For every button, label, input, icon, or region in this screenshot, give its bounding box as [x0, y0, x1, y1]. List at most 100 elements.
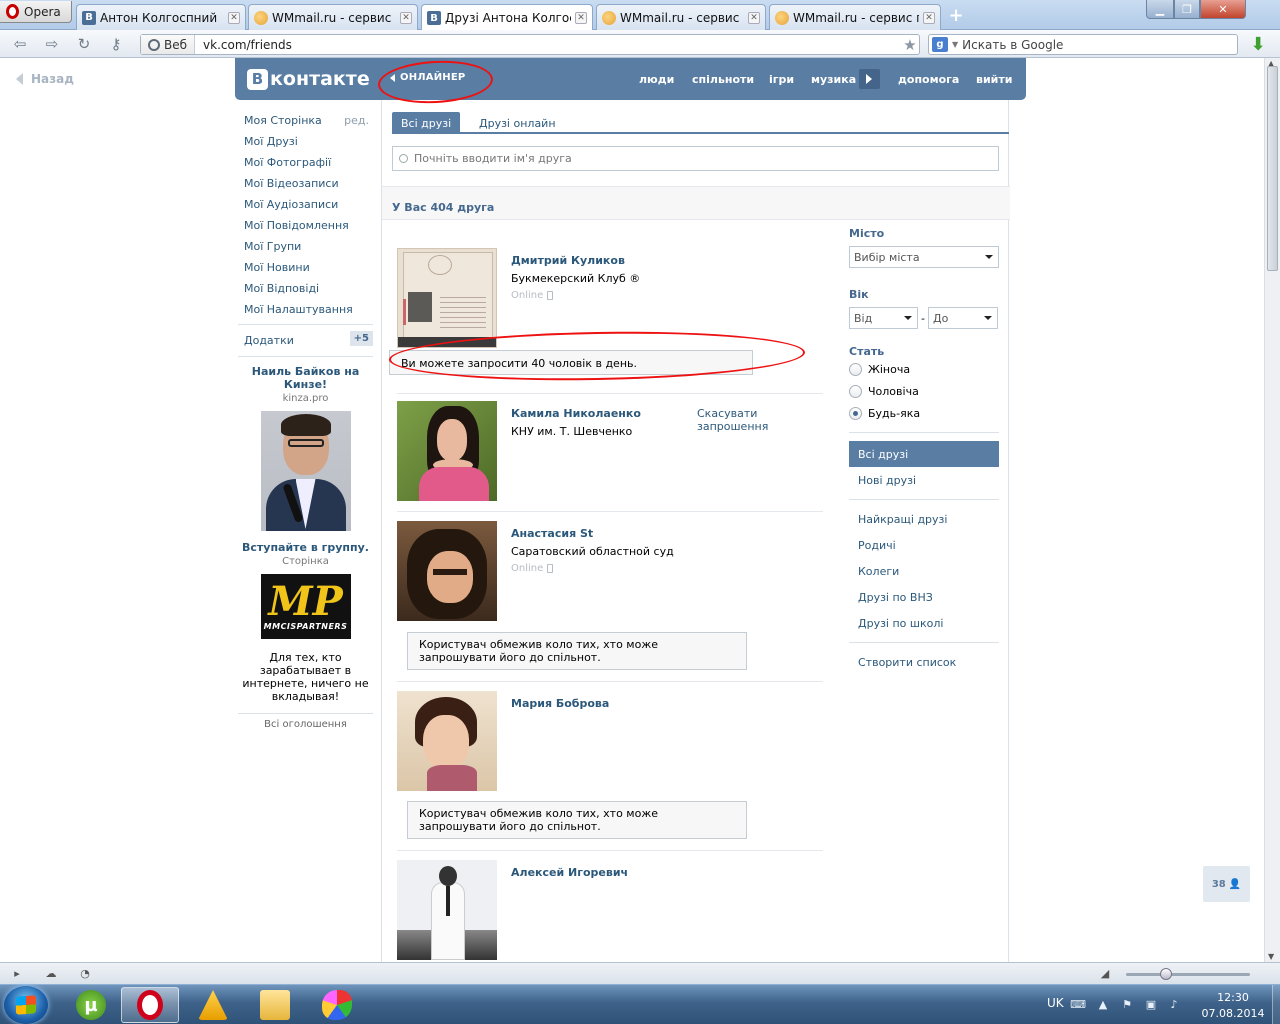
- sex-radio-any[interactable]: Будь-яка: [849, 402, 999, 424]
- friend-name[interactable]: Камила Николаенко: [511, 407, 641, 420]
- forward-arrow-icon[interactable]: ⇨: [42, 35, 62, 53]
- taskbar-aimp[interactable]: [184, 987, 242, 1023]
- music-play-icon[interactable]: [859, 69, 880, 89]
- radio-button[interactable]: [849, 384, 862, 398]
- vertical-scrollbar[interactable]: ▲ ▼: [1264, 58, 1280, 962]
- ad-image[interactable]: [260, 411, 351, 531]
- friend-name[interactable]: Анастасия St: [511, 527, 593, 540]
- keyboard-icon[interactable]: ⌨: [1070, 997, 1086, 1011]
- tab-online-friends[interactable]: Друзі онлайн: [470, 112, 565, 134]
- nav-logout[interactable]: вийти: [976, 73, 1012, 86]
- minimize-window-icon[interactable]: ▁: [1146, 0, 1174, 19]
- browser-tab[interactable]: WMmail.ru - сервис п... ✕: [769, 4, 941, 30]
- turbo-icon[interactable]: ◔: [78, 967, 92, 980]
- cancel-invite-link[interactable]: Скасувати запрошення: [697, 407, 823, 433]
- bookmark-star-icon[interactable]: ★: [901, 36, 919, 54]
- radio-button[interactable]: [849, 362, 862, 376]
- friend-name[interactable]: Алексей Игоревич: [511, 866, 628, 879]
- sex-radio-male[interactable]: Чоловіча: [849, 380, 999, 402]
- list-relatives[interactable]: Родичі: [849, 532, 999, 558]
- url-text[interactable]: vk.com/friends: [195, 38, 901, 52]
- menu-my-settings[interactable]: Мої Налаштування: [238, 299, 373, 320]
- city-select[interactable]: Вибір міста: [849, 246, 999, 268]
- list-university-friends[interactable]: Друзі по ВНЗ: [849, 584, 999, 610]
- menu-my-audio[interactable]: Мої Аудіозаписи: [238, 194, 373, 215]
- new-tab-icon[interactable]: +: [946, 5, 966, 26]
- back-arrow-icon[interactable]: ⇦: [10, 35, 30, 53]
- google-icon[interactable]: g: [932, 37, 948, 52]
- create-list-link[interactable]: Створити список: [849, 649, 999, 675]
- taskbar-explorer[interactable]: [246, 987, 304, 1023]
- list-new-friends[interactable]: Нові друзі: [849, 467, 999, 493]
- panel-toggle-icon[interactable]: ▸: [10, 967, 24, 980]
- nav-games[interactable]: ігри: [769, 73, 794, 86]
- start-button[interactable]: [4, 986, 48, 1024]
- nav-help[interactable]: допомога: [898, 73, 959, 86]
- address-bar[interactable]: Веб vk.com/friends ★: [140, 34, 920, 55]
- zoom-slider[interactable]: [1126, 973, 1250, 976]
- age-to-select[interactable]: До: [927, 307, 998, 329]
- friend-name[interactable]: Дмитрий Куликов: [511, 254, 625, 267]
- edit-link[interactable]: ред.: [344, 114, 369, 127]
- clock[interactable]: 12:30 07.08.2014: [1200, 990, 1266, 1022]
- menu-my-answers[interactable]: Мої Відповіді: [238, 278, 373, 299]
- browser-tab[interactable]: WMmail.ru - сервис п... ✕: [596, 4, 766, 30]
- menu-my-friends[interactable]: Мої Друзі: [238, 131, 373, 152]
- browser-tab[interactable]: WMmail.ru - сервис п... ✕: [248, 4, 418, 30]
- reload-icon[interactable]: ↻: [74, 35, 94, 53]
- nav-communities[interactable]: спільноти: [692, 73, 754, 86]
- friend-photo[interactable]: [397, 401, 497, 501]
- close-window-icon[interactable]: ✕: [1200, 0, 1246, 19]
- volume-icon[interactable]: ♪: [1167, 997, 1181, 1011]
- age-from-select[interactable]: Від: [849, 307, 918, 329]
- friend-photo[interactable]: [397, 521, 497, 621]
- list-all-friends[interactable]: Всі друзі: [849, 441, 999, 467]
- close-tab-icon[interactable]: ✕: [228, 11, 240, 24]
- back-link[interactable]: Назад: [16, 72, 74, 86]
- close-tab-icon[interactable]: ✕: [575, 12, 587, 24]
- friend-photo[interactable]: [397, 691, 497, 791]
- tab-all-friends[interactable]: Всі друзі: [392, 112, 461, 134]
- friend-photo[interactable]: [397, 860, 497, 960]
- sex-radio-female[interactable]: Жіноча: [849, 358, 999, 380]
- ad-title[interactable]: Вступайте в группу.: [238, 541, 373, 554]
- cloud-sync-icon[interactable]: ☁: [44, 967, 58, 980]
- menu-addons[interactable]: Додатки +5: [238, 330, 373, 350]
- chevron-down-icon[interactable]: ▼: [952, 40, 958, 49]
- list-school-friends[interactable]: Друзі по школі: [849, 610, 999, 636]
- key-icon[interactable]: ⚷: [106, 35, 126, 53]
- close-tab-icon[interactable]: ✕: [748, 11, 760, 24]
- menu-my-photos[interactable]: Мої Фотографії: [238, 152, 373, 173]
- menu-my-groups[interactable]: Мої Групи: [238, 236, 373, 257]
- close-tab-icon[interactable]: ✕: [923, 11, 935, 24]
- scrollbar-thumb[interactable]: [1267, 66, 1278, 271]
- nav-people[interactable]: люди: [639, 73, 674, 86]
- search-engine-field[interactable]: g ▼ Искать в Google: [928, 34, 1238, 55]
- maximize-window-icon[interactable]: ❐: [1174, 0, 1200, 19]
- menu-my-messages[interactable]: Мої Повідомлення: [238, 215, 373, 236]
- taskbar-opera[interactable]: [121, 987, 179, 1023]
- addons-badge[interactable]: +5: [349, 331, 373, 346]
- zoom-slider-handle[interactable]: [1160, 968, 1172, 980]
- list-best-friends[interactable]: Найкращі друзі: [849, 506, 999, 532]
- opera-menu-button[interactable]: Opera: [0, 1, 72, 23]
- browser-tab[interactable]: В Антон Колгоспний ✕: [76, 4, 246, 30]
- menu-my-page[interactable]: Моя Сторінка ред.: [238, 110, 373, 131]
- web-badge[interactable]: Веб: [141, 35, 196, 54]
- browser-tab-active[interactable]: В Друзі Антона Колгосп... ✕: [421, 4, 593, 31]
- all-ads-link[interactable]: Всі оголошення: [238, 713, 373, 730]
- menu-my-news[interactable]: Мої Новини: [238, 257, 373, 278]
- download-icon[interactable]: ⬇: [1248, 34, 1268, 55]
- ad-image[interactable]: MP MMCISPARTNERS: [260, 574, 351, 639]
- taskbar-paint[interactable]: [308, 987, 366, 1023]
- scroll-down-icon[interactable]: ▼: [1268, 952, 1274, 961]
- menu-my-videos[interactable]: Мої Відеозаписи: [238, 173, 373, 194]
- tray-expand-icon[interactable]: ▲: [1096, 997, 1110, 1011]
- ad-title[interactable]: Наиль Байков на Кинзе!: [238, 365, 373, 391]
- radio-button-selected[interactable]: [849, 406, 862, 420]
- friend-name[interactable]: Мария Боброва: [511, 697, 609, 710]
- friend-photo[interactable]: [397, 248, 497, 348]
- nav-music[interactable]: музика: [811, 73, 856, 86]
- vk-logo[interactable]: Вконтакте: [247, 68, 370, 90]
- language-indicator[interactable]: UK: [1047, 996, 1064, 1010]
